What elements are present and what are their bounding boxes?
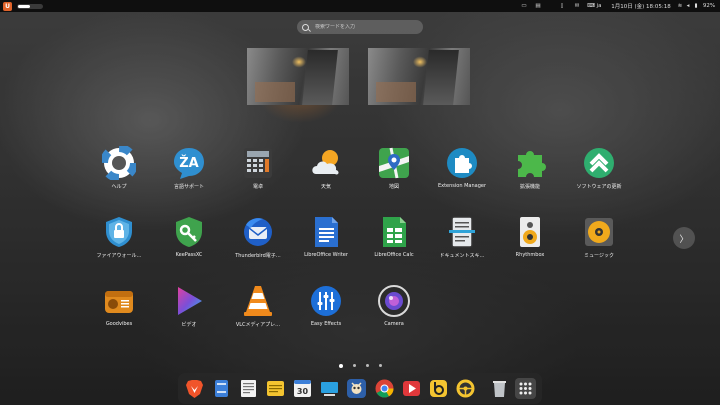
steering-wheel-icon[interactable]	[455, 378, 476, 399]
videos-icon	[172, 284, 206, 318]
gimp-icon[interactable]	[346, 378, 367, 399]
text-editor-icon[interactable]	[238, 378, 259, 399]
rhythmbox-icon	[513, 215, 547, 249]
language-indicator[interactable]: ja	[591, 0, 607, 12]
mail-icon[interactable]: ✉	[572, 0, 582, 12]
media-player-icon[interactable]	[401, 378, 422, 399]
goodvibes-radio-icon	[102, 284, 136, 318]
beeper-icon[interactable]	[428, 378, 449, 399]
app-extensions[interactable]: 拡張機能	[490, 146, 570, 190]
desktop-icon[interactable]	[319, 378, 340, 399]
distro-logo-icon[interactable]: U	[3, 1, 12, 11]
workspace-thumbnail-1[interactable]	[247, 48, 349, 105]
search-icon	[302, 23, 309, 31]
lifebuoy-icon	[102, 146, 136, 180]
search-input[interactable]	[315, 24, 415, 30]
next-page-button[interactable]: 〉	[673, 227, 695, 249]
background-wallpaper	[0, 0, 720, 405]
notes-icon[interactable]	[265, 378, 286, 399]
app-camera[interactable]: Camera	[354, 284, 434, 327]
notification-icon[interactable]: ▯	[557, 0, 567, 12]
app-firewall[interactable]: ファイアウォール…	[79, 215, 159, 259]
clock[interactable]: 1月10日 (金) 18:05:18	[608, 0, 674, 12]
wifi-icon[interactable]: ≋	[676, 0, 684, 12]
app-keepassxc[interactable]: KeePassXC	[149, 215, 229, 258]
clipboard-icon[interactable]: ▤	[533, 0, 543, 12]
svg-text:ŽA: ŽA	[179, 155, 199, 171]
calendar-day: 30	[297, 387, 309, 396]
app-help[interactable]: ヘルプ	[79, 146, 159, 190]
app-goodvibes[interactable]: Goodvibes	[79, 284, 159, 327]
page-indicator	[339, 363, 382, 368]
page-dot[interactable]	[366, 364, 369, 367]
top-panel: U ▭ ▤ ▯ ✉ ⌨ ja 1月10日 (金) 18:05:18 ≋ ◂ ▮ …	[0, 0, 720, 12]
trash-icon[interactable]	[489, 378, 510, 399]
page-dot[interactable]	[353, 364, 356, 367]
app-language-support[interactable]: ŽA 言語サポート	[149, 146, 229, 190]
libreoffice-calc-icon	[377, 215, 411, 249]
extensions-puzzle-icon	[513, 146, 547, 180]
keepassxc-icon	[172, 215, 206, 249]
app-grid-icon[interactable]	[515, 378, 536, 399]
vlc-icon	[241, 284, 275, 318]
firewall-shield-icon	[102, 215, 136, 249]
battery-percent: 92%	[702, 3, 716, 9]
chrome-icon[interactable]	[374, 378, 395, 399]
files-icon[interactable]	[211, 378, 232, 399]
easy-effects-icon	[309, 284, 343, 318]
music-icon	[582, 215, 616, 249]
volume-icon[interactable]: ◂	[684, 0, 692, 12]
maps-icon	[377, 146, 411, 180]
chevron-right-icon: 〉	[679, 234, 689, 245]
page-dot[interactable]	[339, 363, 343, 368]
libreoffice-writer-icon	[309, 215, 343, 249]
app-music[interactable]: ミュージック	[559, 215, 639, 259]
document-scanner-icon	[445, 215, 479, 249]
thunderbird-icon	[241, 215, 275, 249]
page-dot[interactable]	[379, 364, 382, 367]
calendar-icon[interactable]: 30	[292, 378, 313, 399]
workspace-thumbnail-2[interactable]	[368, 48, 470, 105]
display-icon[interactable]: ▭	[519, 0, 529, 12]
camera-icon	[377, 284, 411, 318]
workspace-indicator[interactable]	[17, 3, 43, 9]
extension-manager-icon	[445, 146, 479, 180]
dock: 30	[178, 373, 542, 404]
app-videos[interactable]: ビデオ	[149, 284, 229, 328]
app-software-updater[interactable]: ソフトウェアの更新	[559, 146, 639, 190]
calculator-icon	[241, 146, 275, 180]
language-support-icon: ŽA	[172, 146, 206, 180]
weather-icon	[309, 146, 343, 180]
brave-icon[interactable]	[184, 378, 205, 399]
search-bar[interactable]	[297, 20, 423, 34]
battery-icon[interactable]: ▮	[692, 0, 700, 12]
app-rhythmbox[interactable]: Rhythmbox	[490, 215, 570, 258]
software-updater-icon	[582, 146, 616, 180]
